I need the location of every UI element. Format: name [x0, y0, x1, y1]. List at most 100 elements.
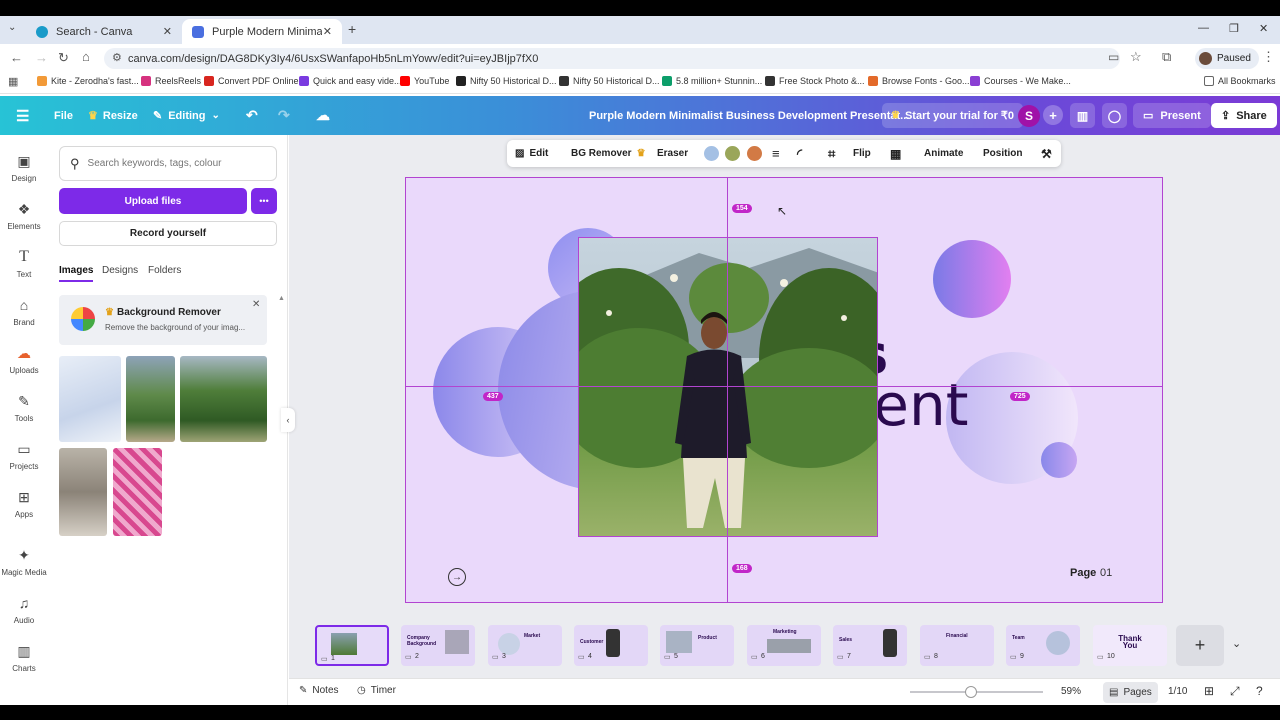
profile-button[interactable]: Paused [1195, 48, 1259, 69]
copy-style-paint-roller-icon[interactable]: ⚒ [1041, 140, 1052, 167]
tab-search-canva[interactable]: Search - Canva ✕ [26, 19, 182, 44]
bg-remover-button[interactable]: BG Remover ♛ [571, 140, 646, 167]
rail-magic-media[interactable]: ✦ Magic Media [0, 545, 48, 577]
page-thumbnail-9[interactable]: Team ▭ 9 [1006, 625, 1080, 666]
share-button[interactable]: ⇪ Share [1211, 103, 1277, 128]
add-page-button[interactable]: + [1176, 625, 1224, 666]
grid-view-icon[interactable]: ⊞ [1204, 684, 1214, 698]
collapse-panel-chevron-icon[interactable]: ‹ [281, 408, 295, 432]
editing-mode-button[interactable]: ✎ Editing ⌄ [153, 96, 220, 135]
upload-image-thumbnail[interactable] [113, 448, 162, 536]
selected-photo[interactable] [578, 237, 878, 537]
bg-remover-promo[interactable]: ♛ Background Remover Remove the backgroun… [59, 295, 267, 345]
chevron-down-icon[interactable]: ⌄ [1232, 637, 1241, 650]
bookmark-star-icon[interactable]: ☆ [1130, 49, 1142, 65]
timer-button[interactable]: ◷ Timer [357, 685, 396, 696]
present-button[interactable]: ▭ Present [1133, 103, 1211, 128]
redo-icon[interactable]: ↷ [278, 96, 290, 135]
close-tab-icon[interactable]: ✕ [163, 25, 172, 38]
pages-button[interactable]: ▤ Pages [1103, 682, 1158, 703]
comment-icon[interactable]: ◯ [1102, 103, 1127, 128]
rail-design[interactable]: ▣ Design [0, 151, 48, 183]
bookmark-item[interactable]: Courses - We Make... [970, 76, 1071, 86]
resize-button[interactable]: ♛ Resize [88, 96, 138, 135]
forward-icon[interactable]: → [35, 50, 48, 65]
eraser-button[interactable]: Eraser [657, 140, 688, 167]
zoom-slider-handle[interactable] [965, 686, 977, 698]
file-menu[interactable]: File [54, 96, 73, 135]
back-icon[interactable]: ← [10, 50, 23, 65]
undo-icon[interactable]: ↶ [246, 96, 258, 135]
install-app-icon[interactable]: ▭ [1108, 50, 1119, 64]
rail-brand[interactable]: ⌂ Brand [0, 295, 48, 327]
add-collaborator-icon[interactable]: + [1043, 105, 1063, 125]
page-thumbnail-2[interactable]: Company Background ▭ 2 [401, 625, 475, 666]
bookmark-item[interactable]: Nifty 50 Historical D... [456, 76, 557, 86]
rail-elements[interactable]: ❖ Elements [0, 199, 48, 231]
rail-tools[interactable]: ✎ Tools [0, 391, 48, 423]
bookmark-item[interactable]: 5.8 million+ Stunnin... [662, 76, 762, 86]
close-window-icon[interactable]: ✕ [1259, 22, 1268, 35]
upload-image-thumbnail[interactable] [126, 356, 175, 442]
notes-button[interactable]: ✎ Notes [299, 685, 339, 696]
animate-button[interactable]: Animate [924, 140, 963, 167]
upload-image-thumbnail[interactable] [59, 356, 121, 442]
home-icon[interactable]: ⌂ [82, 49, 90, 64]
page-thumbnail-4[interactable]: Customer ▭ 4 [574, 625, 648, 666]
page-thumbnail-7[interactable]: Sales ▭ 7 [833, 625, 907, 666]
crop-icon[interactable]: ⌗ [828, 140, 835, 167]
start-trial-button[interactable]: ♛ Start your trial for ₹0 [882, 103, 1024, 128]
border-style-icon[interactable]: ≡ [772, 140, 780, 167]
edit-image-button[interactable]: ▨ Edit [515, 140, 548, 167]
design-title[interactable]: Purple Modern Minimalist Business Develo… [589, 96, 909, 135]
close-tab-icon[interactable]: ✕ [323, 25, 332, 38]
bookmark-item[interactable]: Nifty 50 Historical D... [559, 76, 660, 86]
tab-folders[interactable]: Folders [148, 265, 181, 276]
upload-image-thumbnail[interactable] [59, 448, 107, 536]
rail-charts[interactable]: ▥ Charts [0, 641, 48, 673]
flip-button[interactable]: Flip [853, 140, 871, 167]
upload-image-thumbnail[interactable] [180, 356, 267, 442]
page-thumbnail-5[interactable]: Product ▭ 5 [660, 625, 734, 666]
bookmark-item[interactable]: Convert PDF Online [204, 76, 299, 86]
slide-canvas[interactable]: ss Development 154 4 [405, 177, 1163, 603]
page-thumbnail-10[interactable]: Thank You ▭ 10 [1093, 625, 1167, 666]
page-thumbnail-3[interactable]: Market ▭ 3 [488, 625, 562, 666]
page-number[interactable]: 01 [1100, 567, 1112, 579]
arrow-right-circle-icon[interactable]: → [448, 568, 466, 586]
bookmark-item[interactable]: Kite - Zerodha's fast... [37, 76, 139, 86]
page-thumbnail-8[interactable]: Financial ▭ 8 [920, 625, 994, 666]
upload-files-button[interactable]: Upload files [59, 188, 247, 214]
new-tab-icon[interactable]: + [348, 21, 356, 37]
bookmark-item[interactable]: Quick and easy vide... [299, 76, 402, 86]
user-avatar[interactable]: S [1018, 105, 1040, 127]
search-input[interactable] [87, 158, 268, 169]
tab-canva-design[interactable]: Purple Modern Minimalist Busi ✕ [182, 19, 342, 44]
search-box[interactable]: ⚲ [59, 146, 277, 181]
page-thumbnail-1[interactable]: ▭ 1 [315, 625, 389, 666]
tab-images[interactable]: Images [59, 265, 94, 282]
tab-list-chevron-icon[interactable]: ⌄ [8, 22, 16, 33]
bookmark-item[interactable]: ReelsReels [141, 76, 201, 86]
zoom-level[interactable]: 59% [1061, 686, 1081, 697]
extensions-icon[interactable]: ⧉ [1162, 49, 1171, 65]
decorative-circle[interactable] [1041, 442, 1077, 478]
apps-grid-icon[interactable]: ▦ [8, 75, 18, 88]
rail-projects[interactable]: ▭ Projects [0, 439, 48, 471]
insights-chart-icon[interactable]: ▥ [1070, 103, 1095, 128]
fullscreen-icon[interactable]: ⤢ [1230, 684, 1240, 699]
all-bookmarks[interactable]: All Bookmarks [1204, 76, 1276, 86]
rail-text[interactable]: T Text [0, 247, 48, 279]
more-options-button[interactable]: ••• [251, 188, 277, 214]
bookmark-item[interactable]: YouTube [400, 76, 449, 86]
rail-apps[interactable]: ⊞ Apps [0, 487, 48, 519]
color-swatch[interactable] [747, 146, 762, 161]
position-button[interactable]: Position [983, 140, 1022, 167]
transparency-icon[interactable]: ▦ [890, 140, 901, 167]
close-icon[interactable]: ✕ [252, 299, 260, 310]
minimize-icon[interactable]: — [1198, 22, 1209, 34]
color-swatch[interactable] [704, 146, 719, 161]
reload-icon[interactable]: ↻ [58, 50, 69, 66]
scroll-up-icon[interactable]: ▲ [278, 295, 285, 302]
tab-designs[interactable]: Designs [102, 265, 138, 276]
